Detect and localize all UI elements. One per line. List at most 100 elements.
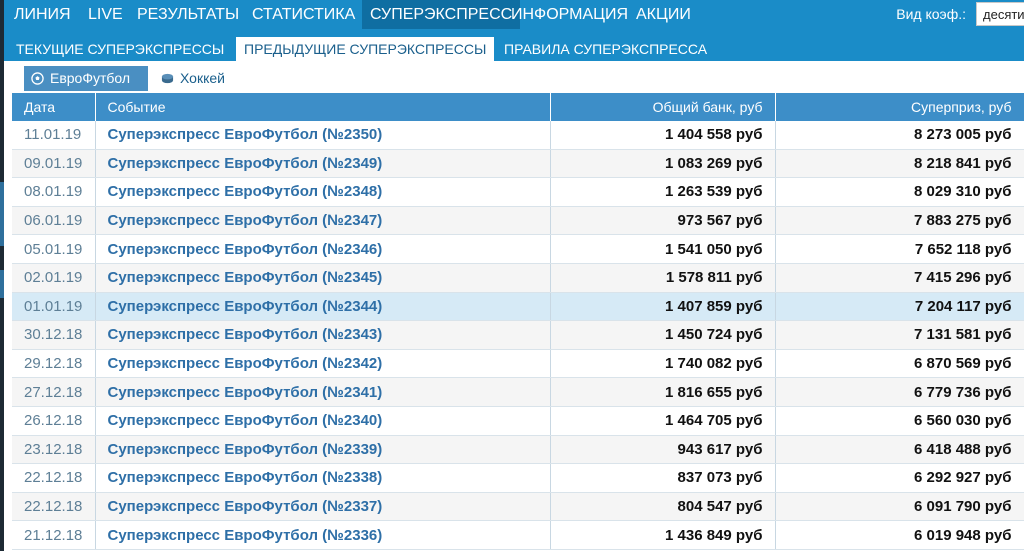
- cell-total-bank: 1 436 849 руб: [550, 520, 776, 550]
- tab-superexpress-rules[interactable]: ПРАВИЛА СУПЕРЭКСПРЕССА: [496, 37, 715, 61]
- soccer-ball-icon: [31, 72, 44, 85]
- cell-date: 30.12.18: [12, 320, 96, 350]
- cell-event-link[interactable]: Суперэкспресс ЕвроФутбол (№2341): [95, 377, 551, 407]
- cell-superprize: 7 204 117 руб: [775, 292, 1024, 322]
- cell-total-bank: 1 263 539 руб: [550, 177, 776, 207]
- odds-format-label: Вид коэф.:: [896, 6, 966, 22]
- cell-superprize: 6 292 927 руб: [775, 463, 1024, 493]
- table-row[interactable]: 21.12.18 Суперэкспресс ЕвроФутбол (№2336…: [12, 520, 1024, 550]
- cell-superprize: 6 870 569 руб: [775, 349, 1024, 379]
- cell-event-link[interactable]: Суперэкспресс ЕвроФутбол (№2340): [95, 406, 551, 436]
- column-header-total-bank[interactable]: Общий банк, руб: [550, 93, 776, 121]
- cell-date: 22.12.18: [12, 463, 96, 493]
- cell-total-bank: 804 547 руб: [550, 492, 776, 522]
- cell-total-bank: 1 578 811 руб: [550, 263, 776, 293]
- cell-date: 27.12.18: [12, 377, 96, 407]
- cell-total-bank: 973 567 руб: [550, 206, 776, 236]
- table-row[interactable]: 26.12.18 Суперэкспресс ЕвроФутбол (№2340…: [12, 406, 1024, 436]
- left-edge-accent: [0, 270, 4, 298]
- cell-total-bank: 1 404 558 руб: [550, 121, 776, 150]
- nav-item-line[interactable]: ЛИНИЯ: [6, 0, 79, 29]
- nav-item-results[interactable]: РЕЗУЛЬТАТЫ: [129, 0, 247, 29]
- superexpress-results-table: Дата Событие Общий банк, руб Суперприз, …: [12, 93, 1024, 550]
- table-row[interactable]: 11.01.19 Суперэкспресс ЕвроФутбол (№2350…: [12, 121, 1024, 150]
- cell-event-link[interactable]: Суперэкспресс ЕвроФутбол (№2347): [95, 206, 551, 236]
- cell-superprize: 7 131 581 руб: [775, 320, 1024, 350]
- cell-date: 01.01.19: [12, 292, 96, 322]
- sport-tab-label: Хоккей: [180, 70, 225, 86]
- cell-total-bank: 1 083 269 руб: [550, 149, 776, 179]
- tab-current-superexpress[interactable]: ТЕКУЩИЕ СУПЕРЭКСПРЕССЫ: [8, 37, 232, 61]
- table-row[interactable]: 08.01.19 Суперэкспресс ЕвроФутбол (№2348…: [12, 177, 1024, 207]
- nav-item-promotions[interactable]: АКЦИИ: [628, 0, 699, 29]
- cell-event-link[interactable]: Суперэкспресс ЕвроФутбол (№2348): [95, 177, 551, 207]
- sport-tab-hockey[interactable]: Хоккей: [154, 66, 244, 91]
- column-header-superprize[interactable]: Суперприз, руб: [775, 93, 1024, 121]
- sport-tab-label: ЕвроФутбол: [50, 70, 131, 86]
- table-header-row: Дата Событие Общий банк, руб Суперприз, …: [12, 93, 1024, 121]
- cell-total-bank: 837 073 руб: [550, 463, 776, 493]
- cell-superprize: 6 779 736 руб: [775, 377, 1024, 407]
- cell-date: 11.01.19: [12, 121, 96, 150]
- cell-superprize: 8 273 005 руб: [775, 121, 1024, 150]
- table-row[interactable]: 09.01.19 Суперэкспресс ЕвроФутбол (№2349…: [12, 149, 1024, 179]
- cell-total-bank: 943 617 руб: [550, 435, 776, 465]
- cell-total-bank: 1 541 050 руб: [550, 234, 776, 264]
- table-row[interactable]: 05.01.19 Суперэкспресс ЕвроФутбол (№2346…: [12, 234, 1024, 264]
- cell-superprize: 6 560 030 руб: [775, 406, 1024, 436]
- nav-item-information[interactable]: ИНФОРМАЦИЯ: [503, 0, 636, 29]
- cell-event-link[interactable]: Суперэкспресс ЕвроФутбол (№2342): [95, 349, 551, 379]
- table-row[interactable]: 02.01.19 Суперэкспресс ЕвроФутбол (№2345…: [12, 263, 1024, 293]
- cell-superprize: 6 019 948 руб: [775, 520, 1024, 550]
- table-row[interactable]: 30.12.18 Суперэкспресс ЕвроФутбол (№2343…: [12, 320, 1024, 350]
- table-row[interactable]: 06.01.19 Суперэкспресс ЕвроФутбол (№2347…: [12, 206, 1024, 236]
- left-edge-accent: [0, 182, 4, 246]
- cell-superprize: 7 652 118 руб: [775, 234, 1024, 264]
- sport-filter: ЕвроФутбол Хоккей: [4, 61, 1024, 93]
- table-row[interactable]: 22.12.18 Суперэкспресс ЕвроФутбол (№2338…: [12, 463, 1024, 493]
- hockey-puck-icon: [161, 73, 174, 84]
- cell-date: 23.12.18: [12, 435, 96, 465]
- cell-superprize: 7 883 275 руб: [775, 206, 1024, 236]
- cell-event-link[interactable]: Суперэкспресс ЕвроФутбол (№2345): [95, 263, 551, 293]
- cell-superprize: 6 091 790 руб: [775, 492, 1024, 522]
- tab-previous-superexpress[interactable]: ПРЕДЫДУЩИЕ СУПЕРЭКСПРЕССЫ: [236, 37, 495, 61]
- table-row[interactable]: 22.12.18 Суперэкспресс ЕвроФутбол (№2337…: [12, 492, 1024, 522]
- cell-event-link[interactable]: Суперэкспресс ЕвроФутбол (№2344): [95, 292, 551, 322]
- cell-event-link[interactable]: Суперэкспресс ЕвроФутбол (№2350): [95, 121, 551, 150]
- cell-superprize: 8 029 310 руб: [775, 177, 1024, 207]
- superexpress-tabs: ТЕКУЩИЕ СУПЕРЭКСПРЕССЫ ПРЕДЫДУЩИЕ СУПЕРЭ…: [4, 29, 1024, 61]
- nav-item-superexpress[interactable]: СУПЕРЭКСПРЕСС: [362, 0, 521, 29]
- cell-date: 06.01.19: [12, 206, 96, 236]
- cell-date: 21.12.18: [12, 520, 96, 550]
- cell-event-link[interactable]: Суперэкспресс ЕвроФутбол (№2337): [95, 492, 551, 522]
- sport-tab-eurofootball[interactable]: ЕвроФутбол: [24, 66, 148, 91]
- column-header-date[interactable]: Дата: [12, 93, 96, 121]
- cell-total-bank: 1 450 724 руб: [550, 320, 776, 350]
- nav-item-statistics[interactable]: СТАТИСТИКА: [244, 0, 363, 29]
- cell-date: 22.12.18: [12, 492, 96, 522]
- cell-event-link[interactable]: Суперэкспресс ЕвроФутбол (№2349): [95, 149, 551, 179]
- table-row[interactable]: 27.12.18 Суперэкспресс ЕвроФутбол (№2341…: [12, 377, 1024, 407]
- cell-event-link[interactable]: Суперэкспресс ЕвроФутбол (№2338): [95, 463, 551, 493]
- cell-superprize: 7 415 296 руб: [775, 263, 1024, 293]
- cell-total-bank: 1 740 082 руб: [550, 349, 776, 379]
- nav-item-live[interactable]: LIVE: [80, 0, 131, 29]
- main-nav: ЛИНИЯ LIVE РЕЗУЛЬТАТЫ СТАТИСТИКА СУПЕРЭК…: [4, 0, 1024, 29]
- cell-event-link[interactable]: Суперэкспресс ЕвроФутбол (№2343): [95, 320, 551, 350]
- cell-total-bank: 1 464 705 руб: [550, 406, 776, 436]
- cell-date: 08.01.19: [12, 177, 96, 207]
- odds-format-select[interactable]: десяти: [976, 2, 1024, 26]
- cell-event-link[interactable]: Суперэкспресс ЕвроФутбол (№2346): [95, 234, 551, 264]
- cell-event-link[interactable]: Суперэкспресс ЕвроФутбол (№2339): [95, 435, 551, 465]
- cell-date: 29.12.18: [12, 349, 96, 379]
- table-row[interactable]: 23.12.18 Суперэкспресс ЕвроФутбол (№2339…: [12, 435, 1024, 465]
- cell-date: 09.01.19: [12, 149, 96, 179]
- table-row-hovered[interactable]: 01.01.19 Суперэкспресс ЕвроФутбол (№2344…: [12, 292, 1024, 322]
- cell-event-link[interactable]: Суперэкспресс ЕвроФутбол (№2336): [95, 520, 551, 550]
- cell-total-bank: 1 816 655 руб: [550, 377, 776, 407]
- cell-total-bank: 1 407 859 руб: [550, 292, 776, 322]
- table-row[interactable]: 29.12.18 Суперэкспресс ЕвроФутбол (№2342…: [12, 349, 1024, 379]
- cell-date: 02.01.19: [12, 263, 96, 293]
- column-header-event[interactable]: Событие: [95, 93, 551, 121]
